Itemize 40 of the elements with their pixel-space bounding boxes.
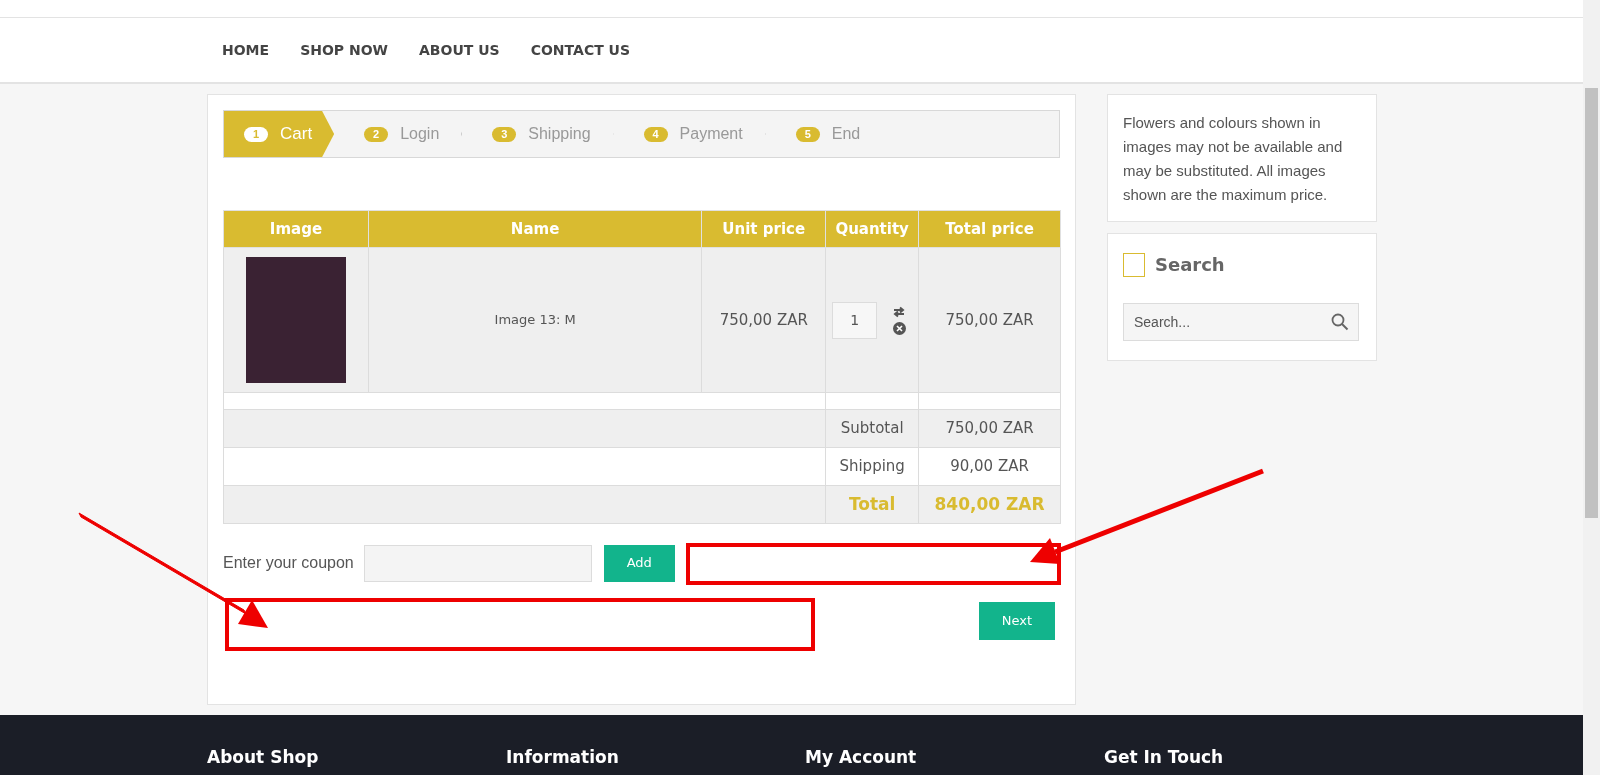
checkout-step-tab[interactable]: 5 End <box>765 111 883 157</box>
table-cell: 750,00 ZAR <box>918 247 1061 393</box>
total-label: Total <box>825 485 919 524</box>
widget-title: Search <box>1155 253 1225 277</box>
total-label: Shipping <box>825 447 919 486</box>
footer-heading: About Shop <box>207 746 320 767</box>
square-icon <box>1123 252 1145 277</box>
column-header: Quantity <box>825 210 919 248</box>
column-header: Total price <box>918 210 1061 248</box>
table-cell: 750,00 ZAR <box>701 247 826 393</box>
total-value: 840,00 ZAR <box>918 485 1061 524</box>
column-header: Unit price <box>701 210 826 248</box>
checkout-step-tab[interactable]: 3 Shipping <box>462 111 614 157</box>
total-label: Subtotal <box>825 409 919 448</box>
total-value: 90,00 ZAR <box>918 447 1061 486</box>
add-button[interactable]: Add <box>603 544 675 582</box>
refresh-icon[interactable] <box>893 305 906 318</box>
next-button[interactable]: Next <box>979 602 1055 640</box>
column-header: Name <box>368 210 702 248</box>
nav-link[interactable]: HOME <box>222 39 270 61</box>
footer-heading: Get In Touch <box>1104 746 1225 767</box>
nav-link[interactable]: ABOUT US <box>419 39 500 61</box>
checkout-step-tab[interactable]: 4 Payment <box>613 111 766 157</box>
scrollbar[interactable] <box>1583 0 1600 775</box>
coupon-field[interactable] <box>363 544 592 582</box>
total-value: 750,00 ZAR <box>918 409 1061 448</box>
footer-heading: My Account <box>805 746 918 767</box>
product-name: Image 13: M <box>368 247 702 393</box>
notice-text: Flowers and colours shown in images may not be available and may be substituted. All images shown are the maximum price. <box>1123 113 1344 205</box>
coupon-label: Enter your coupon <box>223 553 354 573</box>
checkout-step-tab[interactable]: 2 Login <box>334 111 463 157</box>
remove-icon[interactable] <box>893 321 907 335</box>
search-icon[interactable] <box>1331 313 1349 331</box>
checkout-step-tab[interactable]: 1 Cart <box>224 111 335 157</box>
column-header: Image <box>223 210 369 248</box>
nav-link[interactable]: SHOP NOW <box>300 39 389 61</box>
quantity-field[interactable]: 1 <box>832 301 878 339</box>
footer-heading: Information <box>506 746 620 767</box>
search-field[interactable]: Search... <box>1123 303 1359 341</box>
nav-link[interactable]: CONTACT US <box>530 39 631 61</box>
